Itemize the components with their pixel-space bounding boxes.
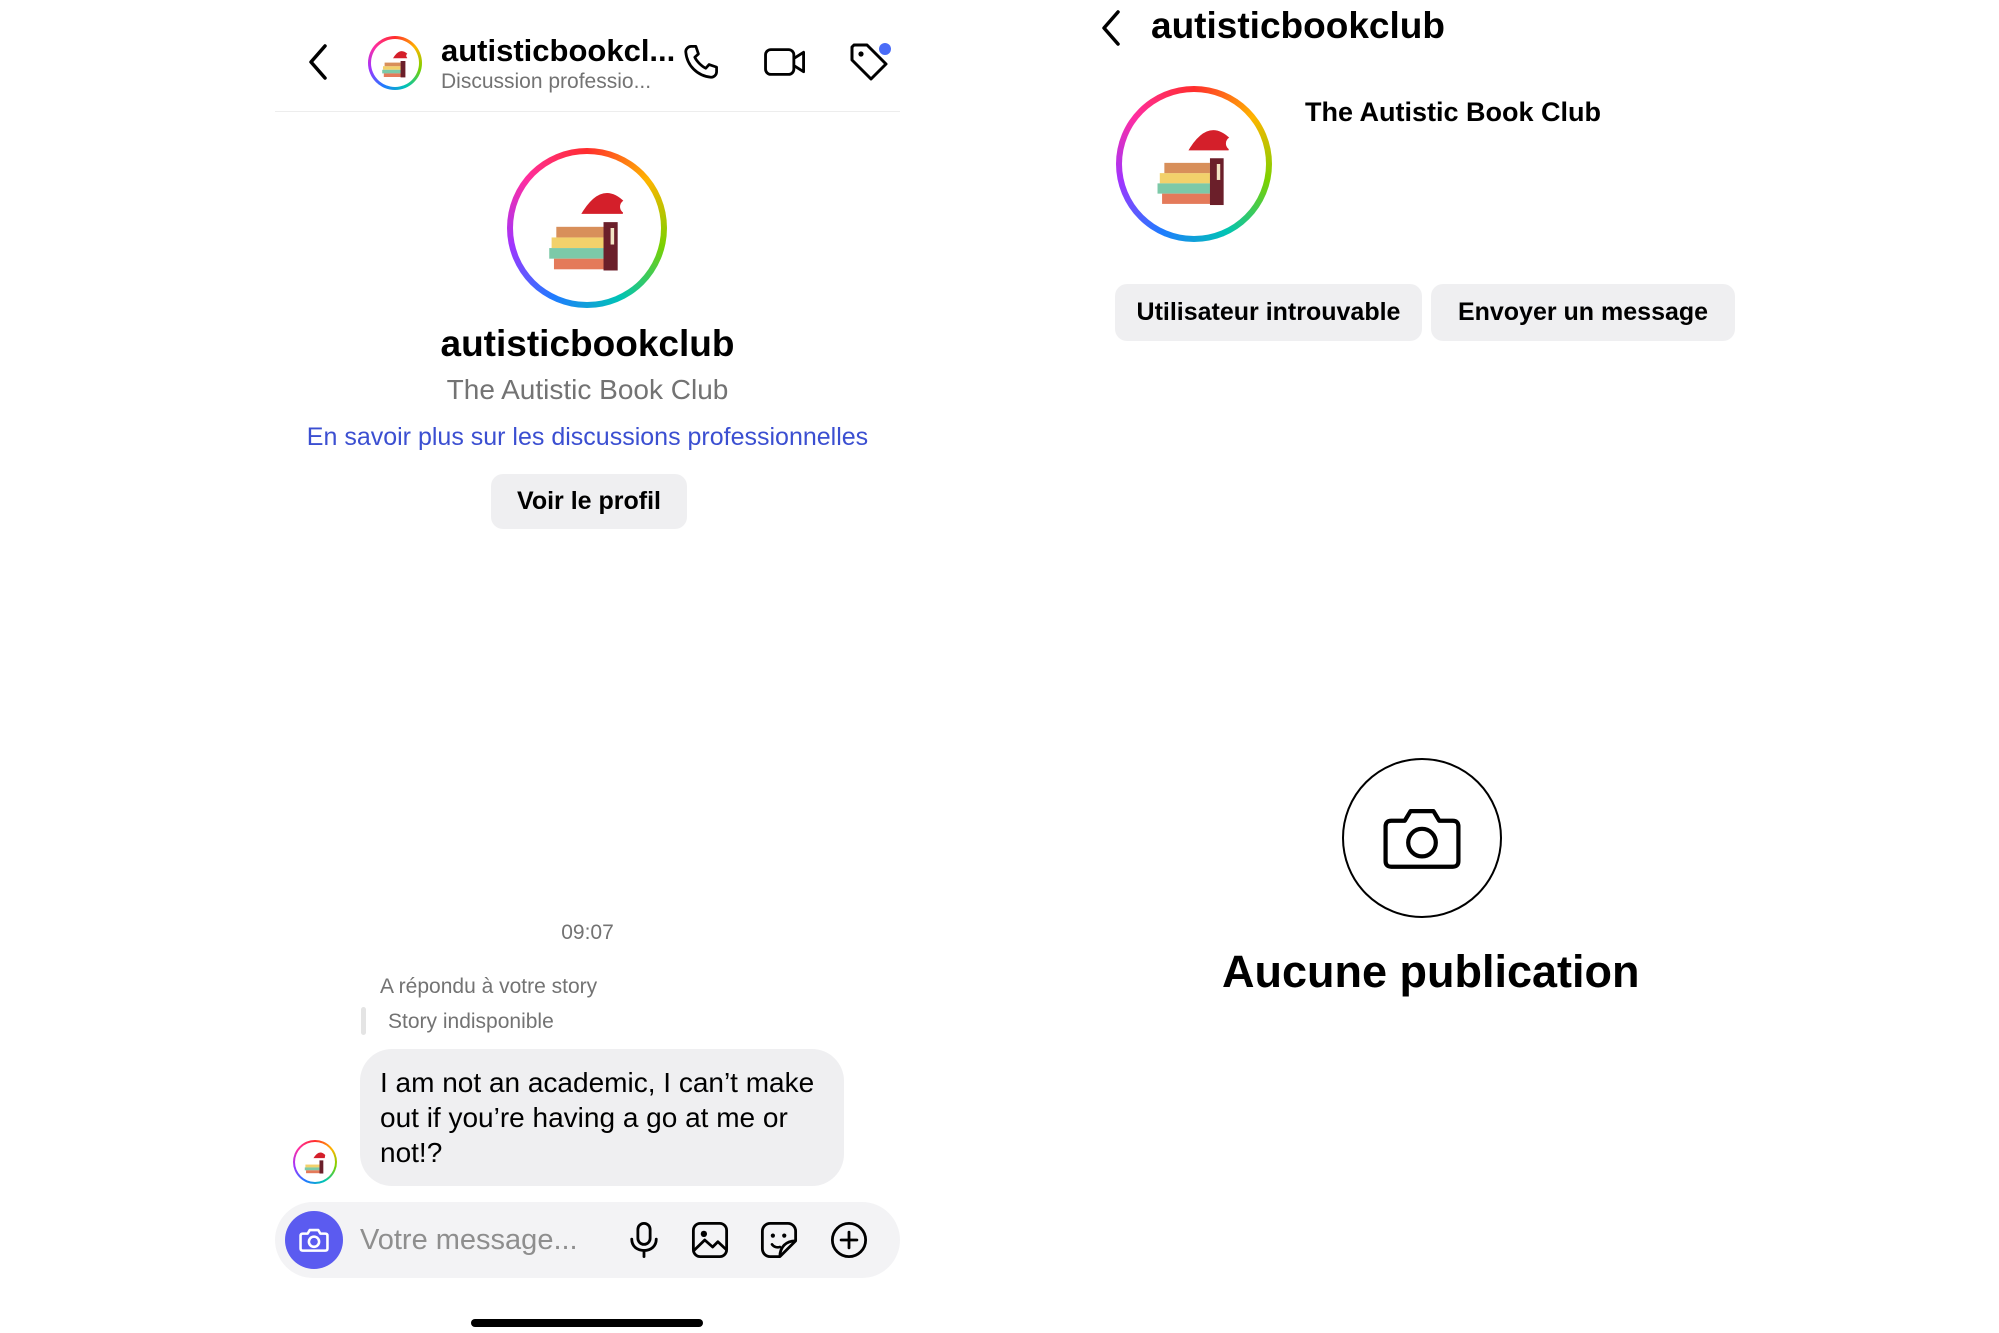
- phone-icon: [684, 45, 718, 79]
- profile-full-name: The Autistic Book Club: [446, 374, 729, 405]
- microphone-icon: [630, 1221, 658, 1259]
- back-button[interactable]: [305, 40, 331, 84]
- message-timestamp: 09:07: [561, 921, 614, 944]
- send-message-button[interactable]: Envoyer un message: [1431, 284, 1735, 341]
- view-profile-button[interactable]: Voir le profil: [491, 474, 687, 529]
- camera-icon: [299, 1228, 329, 1252]
- message-bubble[interactable]: I am not an academic, I can’t make out i…: [360, 1049, 844, 1186]
- chat-screen: autisticbookcl... Discussion professio..…: [275, 0, 900, 1333]
- more-options-button[interactable]: [828, 1219, 870, 1266]
- sticker-icon: [760, 1221, 798, 1259]
- learn-more-link[interactable]: En savoir plus sur les discussions profe…: [275, 423, 900, 452]
- profile-username: autisticbookclub: [440, 323, 735, 364]
- back-button[interactable]: [1098, 6, 1124, 55]
- profile-full-name: The Autistic Book Club: [1305, 97, 1601, 127]
- no-posts-title: Aucune publication: [1222, 946, 1640, 997]
- gallery-button[interactable]: [689, 1219, 731, 1266]
- story-unavailable-label: Story indisponible: [388, 1010, 554, 1033]
- header-avatar[interactable]: [368, 36, 422, 90]
- message-sender-avatar[interactable]: [293, 1140, 337, 1184]
- chevron-left-icon: [309, 44, 327, 80]
- camera-button[interactable]: [285, 1211, 343, 1269]
- book-stack-logo: [1157, 130, 1240, 206]
- profile-title: autisticbookclub: [1151, 5, 1445, 46]
- notification-dot: [879, 43, 891, 55]
- header-username[interactable]: autisticbookcl...: [441, 33, 675, 69]
- book-stack-logo: [382, 51, 411, 78]
- voice-message-button[interactable]: [623, 1219, 665, 1266]
- video-camera-icon: [764, 48, 805, 76]
- image-icon: [691, 1221, 729, 1259]
- camera-icon: [1383, 809, 1461, 869]
- call-button[interactable]: [679, 40, 723, 84]
- video-call-button[interactable]: [762, 40, 808, 84]
- user-not-found-button[interactable]: Utilisateur introuvable: [1115, 284, 1422, 341]
- story-reply-note: A répondu à votre story: [380, 975, 598, 998]
- message-input[interactable]: [360, 1220, 610, 1260]
- header-subtitle: Discussion professio...: [441, 70, 652, 93]
- plus-circle-icon: [830, 1221, 868, 1259]
- book-stack-logo: [304, 1152, 326, 1174]
- message-composer: [275, 1202, 900, 1278]
- no-posts-icon-circle: [1342, 758, 1502, 918]
- chevron-left-icon: [1102, 10, 1120, 46]
- quote-bar: [361, 1007, 366, 1035]
- profile-screen: autisticbookclub The Autistic Book Club …: [1090, 0, 1999, 1333]
- book-stack-logo: [549, 192, 635, 271]
- profile-avatar[interactable]: [507, 148, 667, 308]
- profile-avatar[interactable]: [1116, 86, 1272, 242]
- chat-header: autisticbookcl... Discussion professio..…: [275, 0, 900, 112]
- home-indicator: [471, 1319, 703, 1327]
- sticker-button[interactable]: [758, 1219, 800, 1266]
